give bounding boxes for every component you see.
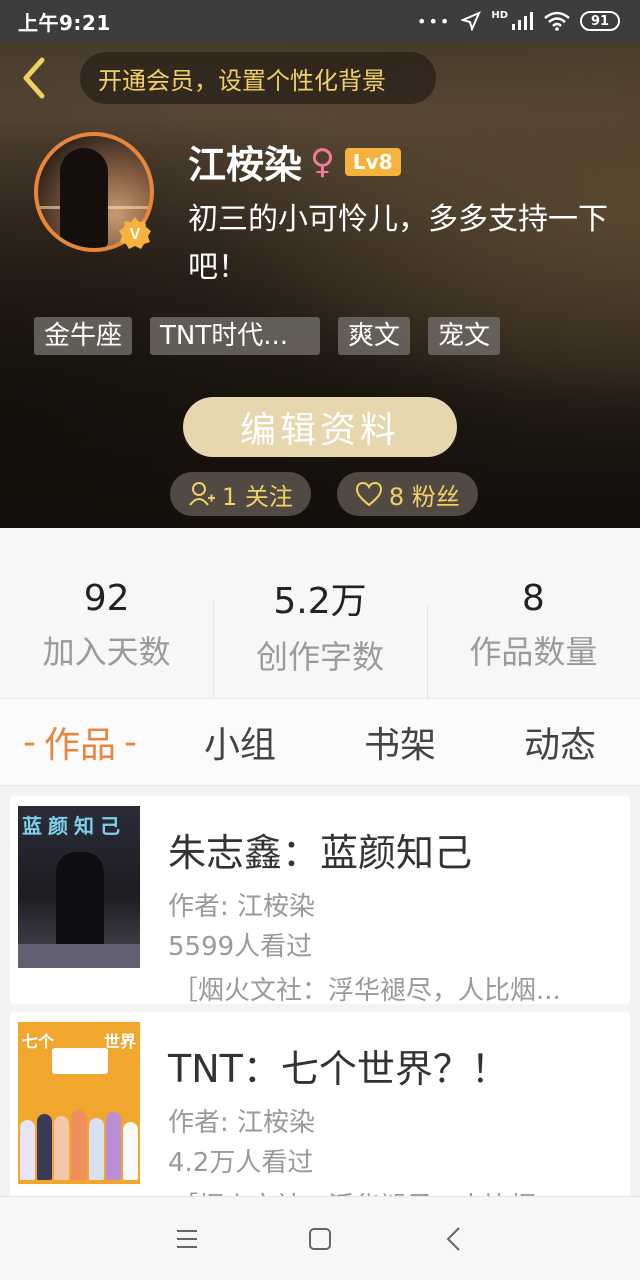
tab-groups[interactable]: 小组 bbox=[160, 699, 320, 785]
work-cover[interactable]: 蓝颜知己 bbox=[18, 806, 140, 968]
hd-icon: HD bbox=[491, 9, 508, 21]
signal-icon bbox=[512, 12, 533, 30]
stat-label: 创作字数 bbox=[255, 638, 384, 676]
tag-item[interactable]: 金牛座 bbox=[34, 317, 133, 355]
status-bar: 上午9:21 ••• HD 91 bbox=[0, 0, 640, 42]
stat-value: 8 bbox=[521, 577, 545, 619]
stat-works-count: 8 作品数量 bbox=[426, 554, 640, 706]
tab-label: 书架 bbox=[363, 725, 436, 766]
edit-profile-button[interactable]: 编辑资料 bbox=[183, 397, 457, 457]
cover-title: 蓝颜知己 bbox=[22, 814, 126, 838]
work-title: TNT：七个世界？！ bbox=[168, 1047, 509, 1091]
menu-button[interactable] bbox=[167, 1219, 207, 1259]
female-icon: ♀ bbox=[310, 141, 335, 182]
tag-item[interactable]: 宠文 bbox=[428, 317, 501, 355]
location-arrow-icon bbox=[461, 11, 482, 31]
home-button[interactable] bbox=[300, 1219, 340, 1259]
works-list: 蓝颜知己 朱志鑫：蓝颜知己 作者: 江桉染 5599人看过 ［烟火文社：浮华褪尽… bbox=[0, 786, 640, 1196]
active-tab-marker: - bbox=[22, 721, 36, 763]
work-author: 作者: 江桉染 bbox=[168, 1108, 316, 1138]
back-button[interactable] bbox=[12, 52, 56, 104]
work-author: 作者: 江桉染 bbox=[168, 892, 316, 922]
chevron-left-icon bbox=[23, 57, 45, 99]
person-add-icon bbox=[189, 482, 215, 506]
stat-label: 作品数量 bbox=[469, 632, 598, 671]
work-description: ［烟火文社：浮华褪尽，人比烟... bbox=[172, 1186, 592, 1196]
tag-item[interactable]: 爽文 bbox=[338, 317, 411, 355]
menu-icon bbox=[176, 1229, 197, 1248]
svg-text:V: V bbox=[130, 226, 141, 243]
wifi-icon bbox=[544, 11, 570, 31]
tag-list: 金牛座 TNT时代... 爽文 宠文 bbox=[34, 317, 501, 355]
tab-label: 作品 bbox=[43, 725, 116, 766]
stat-join-days: 92 加入天数 bbox=[0, 554, 213, 673]
user-name: 江桉染 bbox=[188, 143, 303, 187]
work-views: 5599人看过 bbox=[168, 932, 313, 962]
tab-bookshelf[interactable]: 书架 bbox=[320, 699, 480, 785]
following-button[interactable]: 1 关注 bbox=[170, 472, 311, 516]
tab-label: 动态 bbox=[523, 725, 596, 766]
work-card[interactable]: 蓝颜知己 朱志鑫：蓝颜知己 作者: 江桉染 5599人看过 ［烟火文社：浮华褪尽… bbox=[10, 796, 630, 1006]
tab-works[interactable]: - 作品 - bbox=[0, 699, 160, 785]
nav-back-button[interactable] bbox=[433, 1219, 473, 1259]
battery-indicator: 91 bbox=[580, 11, 620, 31]
name-row: 江桉染 ♀ Lv8 bbox=[188, 134, 401, 189]
tab-bar: - 作品 - 小组 书架 动态 bbox=[0, 698, 640, 786]
stats-panel: 92 加入天数 5.2万 创作字数 8 作品数量 bbox=[0, 528, 640, 706]
heart-icon bbox=[355, 481, 382, 507]
work-card[interactable]: 七个 世界 TNT：七个世界？！ 作者: 江桉染 4.2万人看过 ［烟火文社：浮… bbox=[10, 1012, 630, 1196]
stat-label: 加入天数 bbox=[42, 632, 171, 671]
stat-value: 5.2万 bbox=[273, 581, 367, 622]
verified-v-icon: V bbox=[118, 216, 152, 250]
tab-label: 小组 bbox=[203, 725, 276, 766]
active-tab-marker: - bbox=[124, 721, 137, 763]
followers-label: 8 粉丝 bbox=[388, 482, 460, 511]
stat-word-count: 5.2万 创作字数 bbox=[213, 548, 426, 700]
level-badge: Lv8 bbox=[344, 147, 401, 176]
work-views: 4.2万人看过 bbox=[168, 1148, 314, 1178]
status-time: 上午9:21 bbox=[18, 10, 111, 35]
status-icons: ••• HD 91 bbox=[417, 9, 620, 31]
system-nav-bar bbox=[0, 1196, 640, 1280]
cover-title: 七个 bbox=[22, 1032, 55, 1051]
work-cover[interactable]: 七个 世界 bbox=[18, 1022, 140, 1184]
user-bio: 初三的小可怜儿，多多支持一下吧！ bbox=[188, 202, 608, 285]
followers-button[interactable]: 8 粉丝 bbox=[336, 472, 478, 516]
tag-item[interactable]: TNT时代... bbox=[150, 317, 321, 355]
cover-title: 世界 bbox=[103, 1032, 136, 1051]
profile-header: 上午9:21 ••• HD 91 开通会员，设置个性化背景 V 江桉染 ♀ Lv… bbox=[0, 0, 640, 528]
tab-activity[interactable]: 动态 bbox=[480, 699, 640, 785]
work-title: 朱志鑫：蓝颜知己 bbox=[168, 831, 473, 875]
work-description: ［烟火文社：浮华褪尽，人比烟... bbox=[172, 976, 561, 1006]
vip-banner[interactable]: 开通会员，设置个性化背景 bbox=[80, 52, 436, 104]
square-home-icon bbox=[308, 1227, 331, 1250]
more-dots-icon: ••• bbox=[417, 11, 452, 31]
following-label: 1 关注 bbox=[222, 482, 293, 511]
follow-row: 1 关注 8 粉丝 bbox=[170, 472, 478, 516]
back-triangle-icon bbox=[446, 1226, 461, 1251]
stat-value: 92 bbox=[83, 577, 130, 619]
